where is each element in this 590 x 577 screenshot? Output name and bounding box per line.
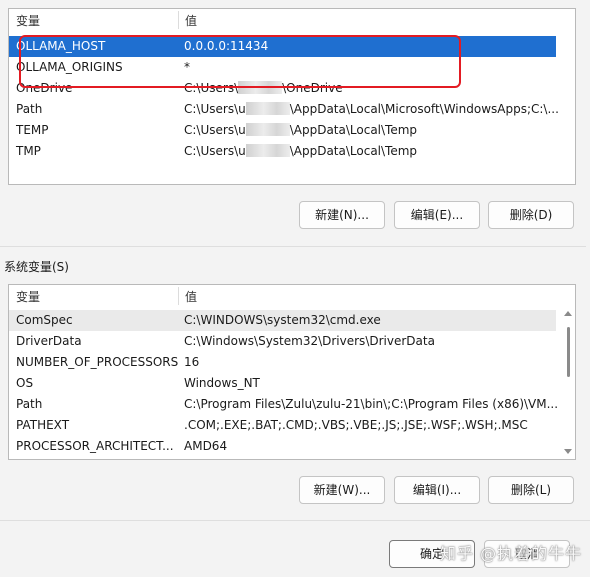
system-var-row[interactable]: Path C:\Program Files\Zulu\zulu-21\bin\;… — [9, 394, 558, 415]
user-var-row[interactable]: Path C:\Users\u \AppData\Local\Microsoft\… — [9, 99, 559, 120]
scroll-up-icon[interactable] — [564, 311, 572, 316]
system-var-row[interactable]: ComSpec C:\WINDOWS\system32\cmd.exe — [9, 310, 556, 331]
system-variables-header: 变量 值 — [9, 285, 575, 307]
system-var-row[interactable]: NUMBER_OF_PROCESSORS 16 — [9, 352, 556, 373]
scroll-thumb[interactable] — [567, 327, 570, 377]
system-new-button[interactable]: 新建(W)... — [299, 476, 385, 504]
column-header-name[interactable]: 变量 — [16, 12, 40, 29]
system-var-row[interactable]: PATHEXT .COM;.EXE;.BAT;.CMD;.VBS;.VBE;.J… — [9, 415, 556, 436]
footer-divider — [0, 520, 590, 521]
redaction-mask — [245, 123, 290, 136]
column-header-name[interactable]: 变量 — [16, 288, 40, 305]
user-variables-header: 变量 值 — [9, 9, 575, 31]
user-delete-button[interactable]: 删除(D) — [488, 201, 574, 229]
column-header-value[interactable]: 值 — [185, 12, 197, 29]
system-edit-button[interactable]: 编辑(I)... — [394, 476, 480, 504]
redaction-mask — [238, 81, 283, 94]
vertical-scrollbar[interactable] — [562, 307, 574, 458]
redaction-mask — [245, 102, 290, 115]
user-var-row[interactable]: OLLAMA_ORIGINS * — [9, 57, 556, 78]
section-divider — [0, 246, 586, 247]
system-var-row[interactable]: DriverData C:\Windows\System32\Drivers\D… — [9, 331, 556, 352]
system-var-row[interactable]: PROCESSOR_ARCHITECT... AMD64 — [9, 436, 556, 457]
column-header-value[interactable]: 值 — [185, 288, 197, 305]
watermark: 知乎 @执着的牛牛 — [440, 544, 583, 563]
user-var-row[interactable]: TEMP C:\Users\u \AppData\Local\Temp — [9, 120, 556, 141]
user-edit-button[interactable]: 编辑(E)... — [394, 201, 480, 229]
user-variables-list[interactable]: 变量 值 OLLAMA_HOST 0.0.0.0:11434 OLLAMA_OR… — [8, 8, 576, 185]
redaction-mask — [245, 144, 290, 157]
system-var-row[interactable]: OS Windows_NT — [9, 373, 556, 394]
user-new-button[interactable]: 新建(N)... — [299, 201, 385, 229]
system-delete-button[interactable]: 删除(L) — [488, 476, 574, 504]
user-var-row[interactable]: OneDrive C:\Users\ \OneDrive — [9, 78, 556, 99]
scroll-down-icon[interactable] — [564, 449, 572, 454]
system-variables-list[interactable]: 变量 值 ComSpec C:\WINDOWS\system32\cmd.exe… — [8, 284, 576, 460]
user-var-row[interactable]: TMP C:\Users\u \AppData\Local\Temp — [9, 141, 556, 162]
system-variables-title: 系统变量(S) — [4, 260, 69, 274]
user-var-row[interactable]: OLLAMA_HOST 0.0.0.0:11434 — [9, 36, 556, 57]
